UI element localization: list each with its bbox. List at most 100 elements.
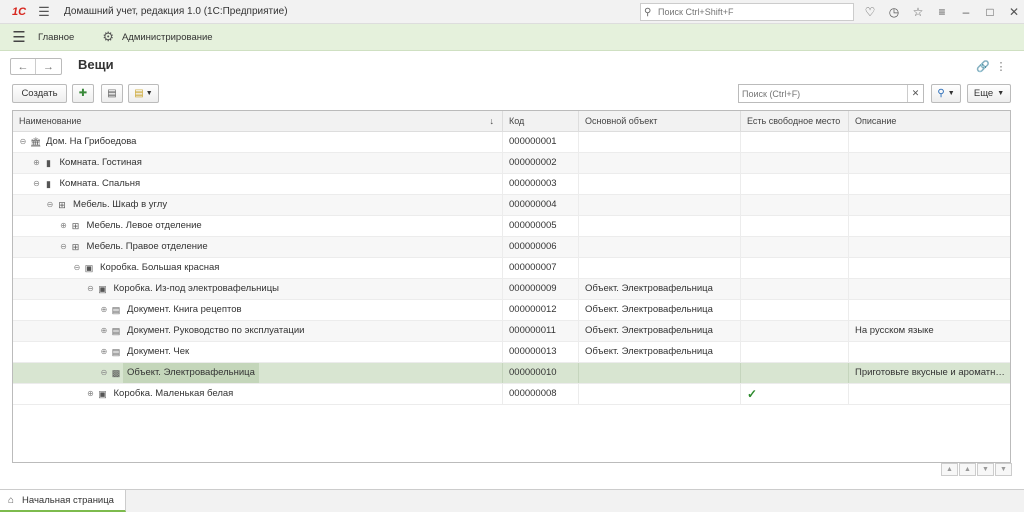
1c-logo: 1С — [11, 5, 27, 18]
more-vertical-icon[interactable]: ⋮ — [992, 58, 1010, 74]
cell-free-space — [741, 363, 849, 383]
expand-icon[interactable]: ⊕ — [98, 321, 110, 341]
document-icon: ▤ — [111, 347, 121, 357]
table-row[interactable]: ⊖ ⊞ Мебель. Правое отделение 000000006 — [13, 237, 1010, 258]
cell-description — [849, 258, 1010, 278]
minimize-icon[interactable]: – — [954, 0, 978, 24]
cell-description — [849, 384, 1010, 404]
cell-main-object — [579, 237, 741, 257]
table-row[interactable]: ⊕ ▤ Документ. Руководство по эксплуатации 0… — [13, 321, 1010, 342]
scroll-down-icon[interactable]: ▼ — [977, 463, 994, 476]
cell-name: ⊕ ⊞ Мебель. Левое отделение — [13, 216, 503, 236]
create-button[interactable]: Создать — [12, 84, 67, 103]
title-bar: 1С ☰ Домашний учет, редакция 1.0 (1С:Пре… — [0, 0, 1024, 24]
maximize-icon[interactable]: □ — [978, 0, 1002, 24]
column-header-code[interactable]: Код — [503, 111, 579, 132]
section-main[interactable]: Главное — [38, 32, 74, 43]
expand-icon[interactable]: ⊕ — [58, 216, 70, 236]
section-main-label: Главное — [38, 31, 75, 43]
scroll-top-icon[interactable]: ▲ — [941, 463, 958, 476]
document-icon: ▤ — [111, 305, 121, 315]
collapse-icon[interactable]: ⊖ — [71, 258, 83, 278]
expand-icon[interactable]: ⊕ — [98, 342, 110, 362]
collapse-icon[interactable]: ⊖ — [44, 195, 56, 215]
column-header-free-space[interactable]: Есть свободное место — [741, 111, 849, 132]
star-icon[interactable]: ☆ — [906, 0, 930, 24]
expand-icon[interactable]: ⊕ — [85, 384, 97, 404]
collapse-icon[interactable]: ⊖ — [17, 132, 29, 152]
cell-code: 000000011 — [503, 321, 579, 341]
table-row[interactable]: ⊖ ▩ Объект. Электровафельница 000000010 Приг… — [13, 363, 1010, 384]
item-name: Комната. Гостиная — [59, 157, 142, 168]
more-button[interactable]: Еще ▼ — [967, 84, 1011, 103]
bell-icon[interactable]: ♡ — [858, 0, 882, 24]
cell-free-space — [741, 342, 849, 362]
print-button[interactable]: ▤ ▼ — [128, 84, 159, 103]
table-row[interactable]: ⊖ ⊞ Мебель. Шкаф в углу 000000004 — [13, 195, 1010, 216]
items-table[interactable]: Наименование ↓ Код Основной объект Есть … — [12, 110, 1011, 463]
column-header-name[interactable]: Наименование ↓ — [13, 111, 503, 132]
cell-main-object: Объект. Электровафельница — [579, 321, 741, 341]
expand-icon[interactable]: ⊕ — [98, 300, 110, 320]
table-row[interactable]: ⊕ ▤ Документ. Книга рецептов 000000012 Объек… — [13, 300, 1010, 321]
expand-icon[interactable]: ⊕ — [31, 153, 43, 173]
cell-code: 000000003 — [503, 174, 579, 194]
cell-name: ⊖ ⊞ Мебель. Шкаф в углу — [13, 195, 503, 215]
history-icon[interactable]: ◷ — [882, 0, 906, 24]
item-name: Мебель. Шкаф в углу — [73, 199, 168, 210]
list-search[interactable]: ✕ — [738, 84, 924, 103]
cell-description — [849, 342, 1010, 362]
table-row[interactable]: ⊖ ▣ Коробка. Большая красная 000000007 — [13, 258, 1010, 279]
house-icon: 🏛 — [30, 137, 42, 147]
collapse-icon[interactable]: ⊖ — [58, 237, 70, 257]
cell-free-space — [741, 153, 849, 173]
cell-name: ⊕ ▤ Документ. Чек — [13, 342, 503, 362]
list-view-button[interactable]: ▤ — [101, 84, 123, 103]
settings-lines-icon[interactable]: ≡ — [930, 0, 954, 24]
cell-name: ⊕ ▤ Документ. Книга рецептов — [13, 300, 503, 320]
collapse-icon[interactable]: ⊖ — [31, 174, 43, 194]
cell-name: ⊖ ▩ Объект. Электровафельница — [13, 363, 503, 383]
global-search-input[interactable] — [658, 7, 848, 17]
back-arrow-icon[interactable]: ← — [11, 59, 37, 74]
sections-menu-icon[interactable]: ☰ — [4, 24, 34, 51]
cell-code: 000000010 — [503, 363, 579, 383]
item-name: Дом. На Грибоедова — [46, 136, 137, 147]
table-row[interactable]: ⊕ ⊞ Мебель. Левое отделение 000000005 — [13, 216, 1010, 237]
table-row[interactable]: ⊕ ▤ Документ. Чек 000000013 Объект. Электров… — [13, 342, 1010, 363]
clear-search-icon[interactable]: ✕ — [907, 85, 923, 102]
collapse-icon[interactable]: ⊖ — [85, 279, 97, 299]
print-icon: ▤ — [134, 88, 144, 99]
create-folder-button[interactable]: ✚ — [72, 84, 94, 103]
cell-main-object — [579, 195, 741, 215]
table-row[interactable]: ⊖ 🏛 Дом. На Грибоедова 000000001 — [13, 132, 1010, 153]
close-icon[interactable]: ✕ — [1002, 0, 1024, 24]
link-icon[interactable]: 🔗 — [974, 58, 992, 74]
item-name: Документ. Книга рецептов — [127, 304, 242, 315]
search-icon: ⚲ — [644, 6, 652, 18]
scroll-up-icon[interactable]: ▲ — [959, 463, 976, 476]
furniture-icon: ⊞ — [71, 242, 80, 252]
box-icon: ▣ — [98, 284, 107, 294]
table-row[interactable]: ⊕ ▣ Коробка. Маленькая белая 000000008 ✓ — [13, 384, 1010, 405]
section-admin[interactable]: ⚙ Администрирование — [92, 29, 212, 45]
forward-arrow-icon[interactable]: → — [36, 59, 61, 74]
collapse-icon[interactable]: ⊖ — [98, 363, 110, 383]
cell-code: 000000008 — [503, 384, 579, 404]
cell-code: 000000005 — [503, 216, 579, 236]
cell-main-object — [579, 384, 741, 404]
column-header-description[interactable]: Описание — [849, 111, 1010, 132]
table-row[interactable]: ⊖ ▮ Комната. Спальня 000000003 — [13, 174, 1010, 195]
global-search[interactable]: ⚲ — [640, 3, 854, 21]
list-search-input[interactable] — [742, 88, 908, 99]
table-row[interactable]: ⊕ ▮ Комната. Гостиная 000000002 — [13, 153, 1010, 174]
menu-icon[interactable]: ☰ — [32, 0, 56, 24]
tab-home[interactable]: ⌂ Начальная страница — [0, 490, 126, 512]
cell-free-space — [741, 237, 849, 257]
sort-arrow-icon: ↓ — [489, 116, 495, 126]
search-button[interactable]: ⚲ ▼ — [931, 84, 961, 103]
column-header-object[interactable]: Основной объект — [579, 111, 741, 132]
table-row[interactable]: ⊖ ▣ Коробка. Из-под электровафельницы 00000… — [13, 279, 1010, 300]
scroll-bottom-icon[interactable]: ▼ — [995, 463, 1012, 476]
cell-free-space — [741, 279, 849, 299]
